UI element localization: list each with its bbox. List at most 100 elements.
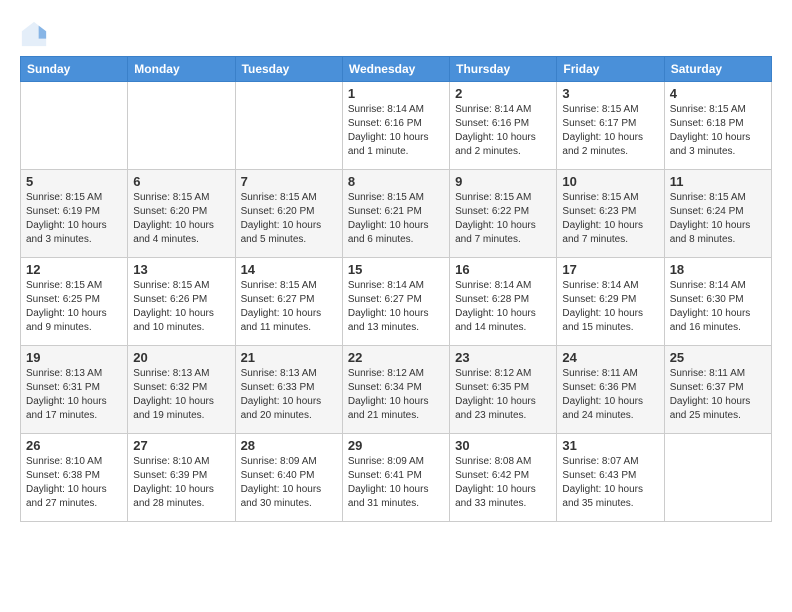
day-number: 13: [133, 262, 229, 277]
cell-text-line: Sunset: 6:42 PM: [455, 469, 551, 483]
cell-text-line: Daylight: 10 hours: [241, 219, 337, 233]
day-of-week-header: Saturday: [664, 57, 771, 82]
cell-text-line: Sunrise: 8:15 AM: [455, 191, 551, 205]
cell-text-line: Sunset: 6:27 PM: [348, 293, 444, 307]
cell-text-line: and 8 minutes.: [670, 233, 766, 247]
cell-text-line: Sunrise: 8:10 AM: [133, 455, 229, 469]
cell-text-line: and 9 minutes.: [26, 321, 122, 335]
day-number: 6: [133, 174, 229, 189]
day-number: 15: [348, 262, 444, 277]
calendar-cell: [21, 82, 128, 170]
calendar-cell: 7Sunrise: 8:15 AMSunset: 6:20 PMDaylight…: [235, 170, 342, 258]
calendar-cell: 19Sunrise: 8:13 AMSunset: 6:31 PMDayligh…: [21, 346, 128, 434]
calendar-cell: 4Sunrise: 8:15 AMSunset: 6:18 PMDaylight…: [664, 82, 771, 170]
day-number: 8: [348, 174, 444, 189]
day-number: 17: [562, 262, 658, 277]
cell-text-line: Sunrise: 8:12 AM: [348, 367, 444, 381]
cell-text-line: and 28 minutes.: [133, 497, 229, 511]
cell-text-line: Daylight: 10 hours: [562, 131, 658, 145]
calendar-cell: 27Sunrise: 8:10 AMSunset: 6:39 PMDayligh…: [128, 434, 235, 522]
calendar-cell: 14Sunrise: 8:15 AMSunset: 6:27 PMDayligh…: [235, 258, 342, 346]
cell-text-line: Sunset: 6:21 PM: [348, 205, 444, 219]
calendar-cell: 21Sunrise: 8:13 AMSunset: 6:33 PMDayligh…: [235, 346, 342, 434]
day-number: 27: [133, 438, 229, 453]
day-number: 7: [241, 174, 337, 189]
cell-text-line: Daylight: 10 hours: [348, 219, 444, 233]
calendar-cell: 12Sunrise: 8:15 AMSunset: 6:25 PMDayligh…: [21, 258, 128, 346]
cell-text-line: Sunset: 6:29 PM: [562, 293, 658, 307]
cell-text-line: Sunset: 6:27 PM: [241, 293, 337, 307]
cell-text-line: Daylight: 10 hours: [26, 219, 122, 233]
day-number: 2: [455, 86, 551, 101]
calendar-cell: 3Sunrise: 8:15 AMSunset: 6:17 PMDaylight…: [557, 82, 664, 170]
day-number: 4: [670, 86, 766, 101]
cell-text-line: Sunset: 6:20 PM: [133, 205, 229, 219]
cell-text-line: Sunrise: 8:13 AM: [241, 367, 337, 381]
calendar-cell: 29Sunrise: 8:09 AMSunset: 6:41 PMDayligh…: [342, 434, 449, 522]
cell-text-line: Sunset: 6:38 PM: [26, 469, 122, 483]
cell-text-line: Sunrise: 8:15 AM: [133, 279, 229, 293]
cell-text-line: Daylight: 10 hours: [562, 395, 658, 409]
day-number: 23: [455, 350, 551, 365]
cell-text-line: and 30 minutes.: [241, 497, 337, 511]
cell-text-line: and 5 minutes.: [241, 233, 337, 247]
day-number: 21: [241, 350, 337, 365]
day-number: 18: [670, 262, 766, 277]
cell-text-line: Sunrise: 8:15 AM: [670, 103, 766, 117]
cell-text-line: and 23 minutes.: [455, 409, 551, 423]
day-of-week-header: Monday: [128, 57, 235, 82]
cell-text-line: and 3 minutes.: [26, 233, 122, 247]
cell-text-line: and 33 minutes.: [455, 497, 551, 511]
cell-text-line: and 25 minutes.: [670, 409, 766, 423]
calendar-week-row: 5Sunrise: 8:15 AMSunset: 6:19 PMDaylight…: [21, 170, 772, 258]
cell-text-line: Daylight: 10 hours: [241, 395, 337, 409]
cell-text-line: Sunset: 6:37 PM: [670, 381, 766, 395]
cell-text-line: Sunset: 6:34 PM: [348, 381, 444, 395]
cell-text-line: Sunset: 6:36 PM: [562, 381, 658, 395]
cell-text-line: and 31 minutes.: [348, 497, 444, 511]
day-number: 19: [26, 350, 122, 365]
day-number: 5: [26, 174, 122, 189]
calendar-cell: 22Sunrise: 8:12 AMSunset: 6:34 PMDayligh…: [342, 346, 449, 434]
cell-text-line: Daylight: 10 hours: [455, 219, 551, 233]
cell-text-line: and 2 minutes.: [455, 145, 551, 159]
cell-text-line: Sunset: 6:25 PM: [26, 293, 122, 307]
calendar-cell: [235, 82, 342, 170]
day-number: 11: [670, 174, 766, 189]
calendar-cell: 10Sunrise: 8:15 AMSunset: 6:23 PMDayligh…: [557, 170, 664, 258]
cell-text-line: Sunrise: 8:08 AM: [455, 455, 551, 469]
cell-text-line: Sunrise: 8:15 AM: [562, 191, 658, 205]
cell-text-line: Sunrise: 8:13 AM: [133, 367, 229, 381]
cell-text-line: and 15 minutes.: [562, 321, 658, 335]
calendar-cell: 25Sunrise: 8:11 AMSunset: 6:37 PMDayligh…: [664, 346, 771, 434]
calendar-cell: 1Sunrise: 8:14 AMSunset: 6:16 PMDaylight…: [342, 82, 449, 170]
cell-text-line: Sunset: 6:17 PM: [562, 117, 658, 131]
cell-text-line: Sunset: 6:40 PM: [241, 469, 337, 483]
cell-text-line: Daylight: 10 hours: [348, 395, 444, 409]
cell-text-line: Sunrise: 8:14 AM: [455, 279, 551, 293]
day-number: 3: [562, 86, 658, 101]
cell-text-line: and 7 minutes.: [562, 233, 658, 247]
calendar-week-row: 26Sunrise: 8:10 AMSunset: 6:38 PMDayligh…: [21, 434, 772, 522]
cell-text-line: Sunset: 6:16 PM: [455, 117, 551, 131]
cell-text-line: Sunset: 6:19 PM: [26, 205, 122, 219]
cell-text-line: and 13 minutes.: [348, 321, 444, 335]
calendar-week-row: 19Sunrise: 8:13 AMSunset: 6:31 PMDayligh…: [21, 346, 772, 434]
cell-text-line: Daylight: 10 hours: [455, 395, 551, 409]
cell-text-line: and 1 minute.: [348, 145, 444, 159]
cell-text-line: Sunrise: 8:11 AM: [670, 367, 766, 381]
day-number: 26: [26, 438, 122, 453]
cell-text-line: Sunrise: 8:15 AM: [670, 191, 766, 205]
cell-text-line: Daylight: 10 hours: [670, 307, 766, 321]
logo: [20, 20, 52, 48]
calendar-header: SundayMondayTuesdayWednesdayThursdayFrid…: [21, 57, 772, 82]
cell-text-line: Sunrise: 8:10 AM: [26, 455, 122, 469]
cell-text-line: Daylight: 10 hours: [26, 307, 122, 321]
calendar-cell: 23Sunrise: 8:12 AMSunset: 6:35 PMDayligh…: [450, 346, 557, 434]
cell-text-line: Sunset: 6:24 PM: [670, 205, 766, 219]
day-of-week-header: Friday: [557, 57, 664, 82]
cell-text-line: Daylight: 10 hours: [133, 219, 229, 233]
cell-text-line: Sunset: 6:20 PM: [241, 205, 337, 219]
cell-text-line: Daylight: 10 hours: [133, 307, 229, 321]
cell-text-line: Sunrise: 8:15 AM: [133, 191, 229, 205]
